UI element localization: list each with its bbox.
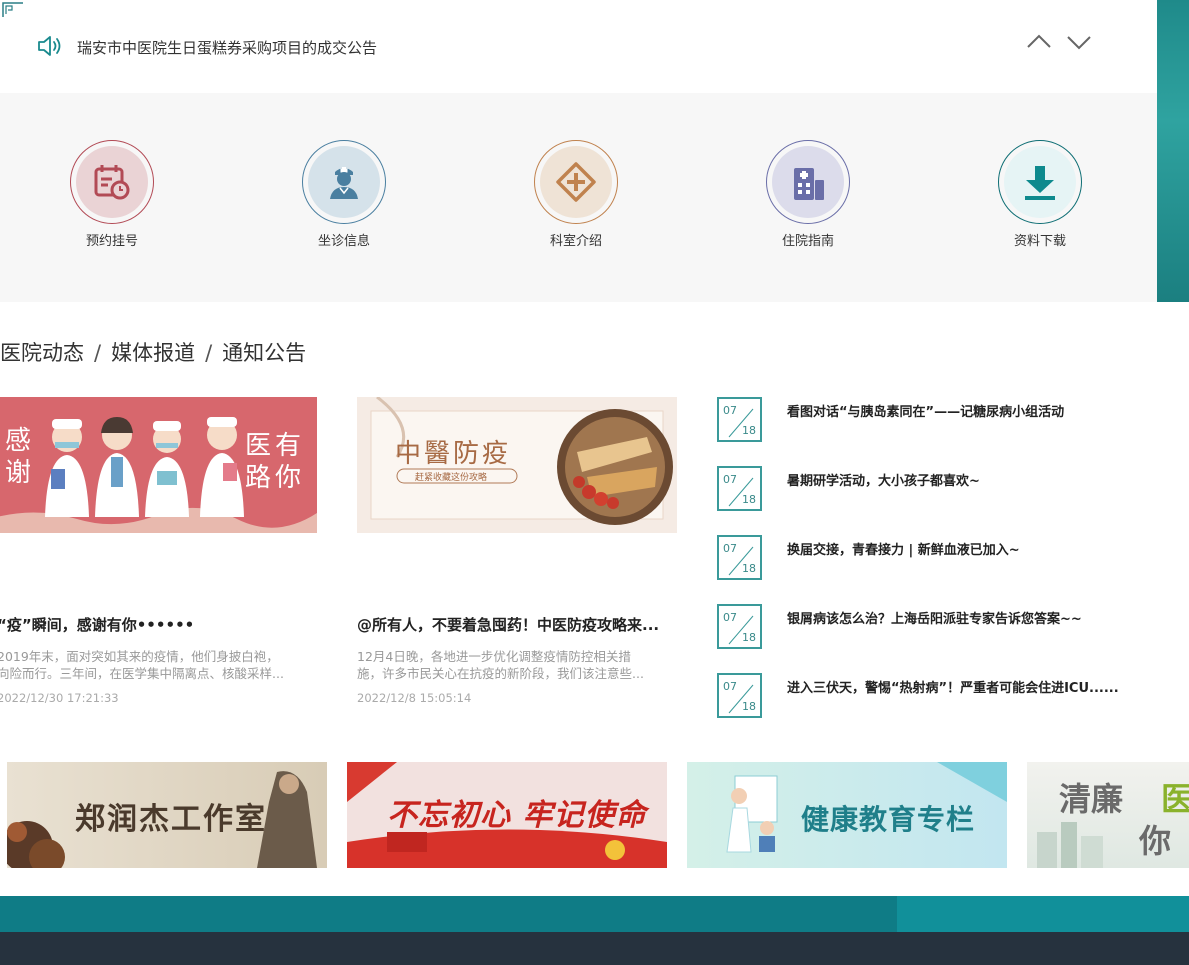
date-day: 18 (742, 631, 756, 644)
news-card-image: 中醫防疫 赶紧收藏这份攻略 (357, 397, 677, 533)
date-month: 07 (723, 404, 737, 417)
hospital-building-icon (794, 168, 824, 200)
nurse-icon (330, 167, 358, 199)
banner-title-2: 医 (1161, 780, 1189, 818)
date-day: 18 (742, 562, 756, 575)
banner-party-mission[interactable]: 不忘初心 牢记使命 (347, 762, 667, 868)
banner-title: 郑润杰工作室 (75, 802, 267, 837)
service-inpatient-guide[interactable]: 住院指南 (748, 140, 868, 249)
banner-title-1: 清廉 (1059, 780, 1124, 818)
image-caption-right-2: 路你 (245, 463, 306, 493)
date-month: 07 (723, 542, 737, 555)
date-month: 07 (723, 611, 737, 624)
list-item-title[interactable]: 暑期研学活动，大小孩子都喜欢~ (787, 470, 980, 489)
list-item-title[interactable]: 银屑病该怎么治？上海岳阳派驻专家告诉您答案~~ (787, 608, 1082, 627)
news-card[interactable]: 感谢 医有 路你 “疫”瞬间，感谢有你•••••• 2019年末，面对突如其来的… (0, 397, 317, 705)
news-card-summary: 2019年末，面对突如其来的疫情，他们身披白袍， 向险而行。三年间，在医学集中隔… (0, 648, 317, 682)
news-card-summary-line: 向险而行。三年间，在医学集中隔离点、核酸采样... (0, 666, 284, 681)
plus-cross-icon (556, 162, 596, 202)
tab-announcements[interactable]: 通知公告 (222, 341, 306, 365)
calendar-clock-icon (94, 165, 130, 200)
banner-title: 健康教育专栏 (801, 803, 976, 836)
date-badge: 07 18 (717, 535, 762, 580)
news-card-time: 2022/12/30 17:21:33 (0, 691, 119, 705)
list-item[interactable]: 07 18 银屑病该怎么治？上海岳阳派驻专家告诉您答案~~ (717, 604, 1157, 650)
image-subtitle: 赶紧收藏这份攻略 (415, 473, 488, 483)
notice-headline-link[interactable]: 瑞安市中医院生日蛋糕券采购项目的成交公告 (77, 37, 377, 58)
service-label: 坐诊信息 (317, 234, 370, 249)
service-appointment[interactable]: 预约挂号 (52, 140, 172, 249)
date-badge: 07 18 (717, 466, 762, 511)
banner-health-education[interactable]: 健康教育专栏 (687, 762, 1007, 868)
tab-media-reports[interactable]: 媒体报道 (111, 341, 195, 365)
footer-bottom (0, 932, 1189, 965)
image-title: 中醫防疫 (395, 439, 512, 469)
list-item-title[interactable]: 换届交接，青春接力 | 新鲜血液已加入~ (787, 539, 1020, 558)
banner-title-3: 你我 (1139, 822, 1172, 860)
list-item[interactable]: 07 18 暑期研学活动，大小孩子都喜欢~ (717, 466, 1157, 512)
service-label: 预约挂号 (85, 234, 138, 249)
date-badge: 07 18 (717, 604, 762, 649)
date-badge: 07 18 (717, 397, 762, 442)
news-card-summary: 12月4日晚，各地进一步优化调整疫情防控相关措 施，许多市民关心在抗疫的新阶段，… (357, 648, 677, 682)
image-caption-left: 感谢 (5, 426, 32, 488)
date-month: 07 (723, 473, 737, 486)
corner-ornament-icon (2, 2, 23, 17)
service-label: 住院指南 (781, 234, 834, 249)
tab-separator: / (205, 341, 213, 365)
list-item[interactable]: 07 18 看图对话“与胰岛素同在”——记糖尿病小组活动 (717, 397, 1157, 443)
speaker-icon (38, 36, 61, 56)
service-downloads[interactable]: 资料下载 (980, 140, 1100, 249)
service-departments[interactable]: 科室介绍 (516, 140, 636, 249)
banner-title: 不忘初心 牢记使命 (387, 798, 647, 833)
date-month: 07 (723, 680, 737, 693)
news-card-title[interactable]: @所有人，不要着急囤药！中医防疫攻略来... (357, 614, 677, 635)
date-badge: 07 18 (717, 673, 762, 718)
service-label: 资料下载 (1013, 234, 1066, 249)
news-card-summary-line: 施，许多市民关心在抗疫的新阶段，我们该注意些... (357, 666, 644, 681)
news-card-summary-line: 12月4日晚，各地进一步优化调整疫情防控相关措 (357, 649, 631, 664)
banner-zheng-studio[interactable]: 郑润杰工作室 (7, 762, 327, 868)
news-card[interactable]: 中醫防疫 赶紧收藏这份攻略 @所有人，不要着急囤药！中医防疫攻略来... 12月… (357, 397, 677, 705)
chevron-up-icon[interactable] (1025, 30, 1053, 54)
service-clinic-schedule[interactable]: 坐诊信息 (284, 140, 404, 249)
banner-integrity[interactable]: 清廉 医 你我 (1027, 762, 1189, 868)
date-day: 18 (742, 424, 756, 437)
notice-bar: 瑞安市中医院生日蛋糕券采购项目的成交公告 (0, 0, 1157, 93)
download-icon (1025, 166, 1055, 200)
page: 瑞安市中医院生日蛋糕券采购项目的成交公告 预约挂号 坐诊信息 科室介绍 住院指南… (0, 0, 1189, 965)
list-item-title[interactable]: 看图对话“与胰岛素同在”——记糖尿病小组活动 (787, 401, 1064, 420)
chevron-down-icon[interactable] (1065, 30, 1093, 54)
list-item[interactable]: 07 18 换届交接，青春接力 | 新鲜血液已加入~ (717, 535, 1157, 581)
tab-hospital-news[interactable]: 医院动态 (0, 341, 84, 365)
news-card-summary-line: 2019年末，面对突如其来的疫情，他们身披白袍， (0, 649, 279, 664)
news-card-time: 2022/12/8 15:05:14 (357, 691, 472, 705)
service-label: 科室介绍 (549, 234, 602, 249)
news-section-tabs: 医院动态 / 媒体报道 / 通知公告 (0, 337, 306, 367)
list-item-title[interactable]: 进入三伏天，警惕“热射病”！严重者可能会住进ICU...... (787, 677, 1119, 696)
tab-separator: / (94, 341, 102, 365)
news-card-image: 感谢 医有 路你 (0, 397, 317, 533)
side-decoration-strip (1157, 0, 1189, 302)
quick-services: 预约挂号 坐诊信息 科室介绍 住院指南 资料下载 (0, 93, 1157, 302)
list-item[interactable]: 07 18 进入三伏天，警惕“热射病”！严重者可能会住进ICU...... (717, 673, 1157, 719)
date-day: 18 (742, 493, 756, 506)
footer-accent (897, 896, 1189, 932)
date-day: 18 (742, 700, 756, 713)
news-card-title[interactable]: “疫”瞬间，感谢有你•••••• (0, 614, 317, 635)
